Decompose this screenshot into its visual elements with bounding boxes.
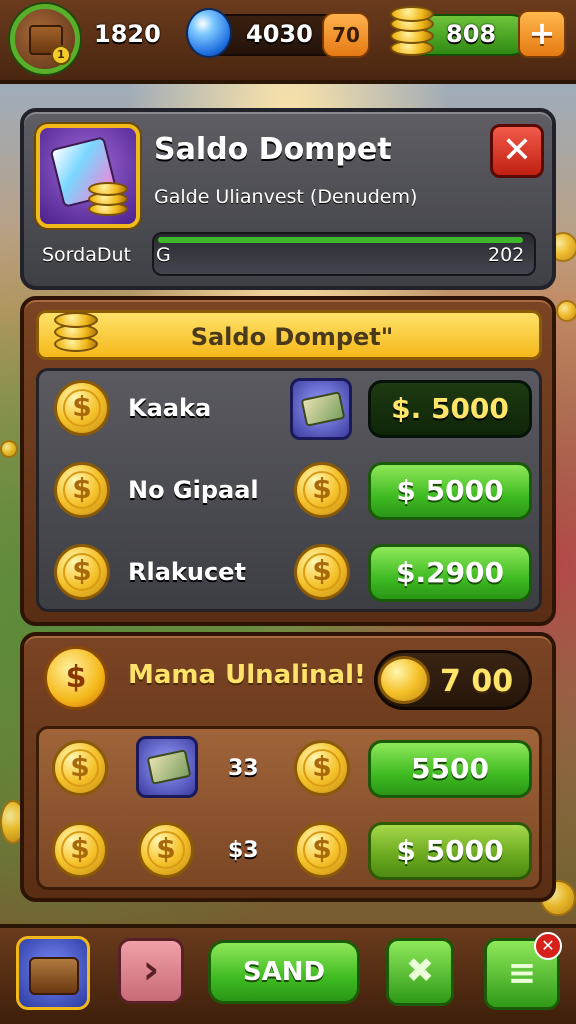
background-coin (0, 440, 18, 458)
bonus-row-price-button[interactable]: $ 5000 (368, 822, 532, 880)
bonus-row-amount: $3 (228, 838, 259, 863)
player-avatar[interactable]: 1 (10, 4, 80, 74)
coin-icon (378, 656, 430, 704)
chest-button[interactable] (16, 936, 90, 1010)
wallet-card-icon (36, 124, 140, 228)
top-resource-bar: 1 1820 4030 70 808 + (0, 0, 576, 84)
wallet-row-label: No Gipaal (128, 476, 259, 504)
wallet-ribbon-title: Saldo Dompet" (190, 323, 394, 351)
coin-icon: $ (52, 740, 108, 796)
coin-stack-icon (54, 306, 98, 358)
coin-icon: $ (52, 822, 108, 878)
chest-icon (29, 957, 79, 995)
money-pack-icon (290, 378, 352, 440)
page-subtitle: Galde Ulianvest (Denudem) (154, 186, 418, 208)
coin-icon: $ (54, 544, 110, 600)
coin-icon: $ (294, 544, 350, 600)
wallet-row-label: Kaaka (128, 394, 212, 422)
close-button[interactable]: ✕ (490, 124, 544, 178)
notification-badge[interactable]: ✕ (534, 932, 562, 960)
coin-icon: $ (294, 462, 350, 518)
progress-prefix: G (156, 244, 171, 266)
coin-icon: $ (294, 740, 350, 796)
progress-label: SordaDut (42, 244, 131, 266)
progress-value: 202 (488, 244, 525, 266)
bonus-row-price-button[interactable]: 5500 (368, 740, 532, 798)
background-coin (556, 300, 576, 322)
wallet-row-price-button[interactable]: $.2900 (368, 544, 532, 602)
gem-icon (186, 8, 232, 58)
bonus-title: Mama Ulnalinal! (128, 660, 366, 690)
wallet-row-label: Rlakucet (128, 558, 246, 586)
gem-bonus-button[interactable]: 70 (322, 12, 370, 58)
tools-button[interactable]: ✖ (386, 938, 454, 1006)
gem-count: 4030 (246, 20, 313, 48)
coin-icon: $ (138, 822, 194, 878)
wallet-ribbon: Saldo Dompet" (36, 310, 542, 360)
bonus-sun-icon: $ (44, 646, 108, 710)
coin-icon: $ (54, 380, 110, 436)
coin-stack-icon (390, 6, 434, 58)
level-badge: 1 (51, 45, 71, 65)
player-stat: 1820 (94, 20, 161, 48)
add-coins-button[interactable]: + (518, 10, 566, 58)
progress-fill (158, 237, 523, 243)
next-button[interactable]: › (118, 938, 184, 1004)
wallet-row-price-button[interactable]: $ 5000 (368, 462, 532, 520)
send-button[interactable]: SAND (208, 940, 360, 1004)
progress-bar (152, 232, 536, 276)
coin-count: 808 (446, 20, 497, 48)
bonus-value: 7 00 (440, 664, 514, 699)
coin-icon: $ (294, 822, 350, 878)
bonus-row-amount: 33 (228, 756, 259, 781)
coin-icon: $ (54, 462, 110, 518)
page-title: Saldo Dompet (154, 132, 392, 167)
money-pack-icon (136, 736, 198, 798)
wallet-row-price-button[interactable]: $. 5000 (368, 380, 532, 438)
